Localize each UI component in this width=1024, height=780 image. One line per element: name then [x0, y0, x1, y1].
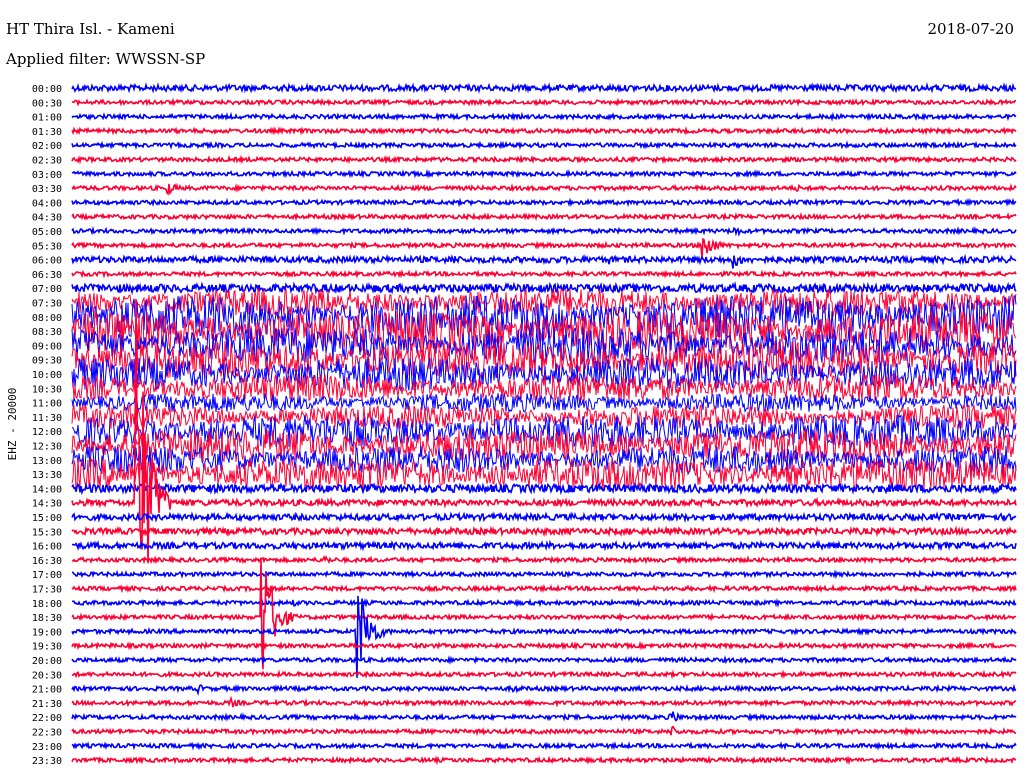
row-label: 21:30	[32, 699, 62, 710]
trace-0500	[71, 225, 1017, 237]
row-label: 11:00	[32, 399, 62, 410]
trace-1500	[71, 510, 1017, 524]
trace-1700	[71, 569, 1017, 580]
row-label: 18:00	[32, 599, 62, 610]
trace-2200	[71, 711, 1017, 722]
row-label: 17:30	[32, 585, 62, 596]
row-label: 01:00	[32, 113, 62, 124]
trace-2330	[71, 755, 1017, 766]
row-label: 20:00	[32, 656, 62, 667]
trace-1400	[71, 481, 1017, 496]
row-label: 04:30	[32, 213, 62, 224]
row-label: 11:30	[32, 413, 62, 424]
row-label: 03:30	[32, 184, 62, 195]
traces-group	[71, 82, 1017, 766]
trace-0530	[71, 237, 1017, 259]
row-label: 13:00	[32, 456, 62, 467]
trace-0600	[71, 253, 1017, 269]
trace-2030	[71, 669, 1017, 680]
trace-0100	[71, 111, 1017, 122]
row-label: 12:30	[32, 442, 62, 453]
trace-0630	[71, 269, 1017, 279]
trace-2000	[71, 654, 1017, 665]
trace-0130	[71, 125, 1017, 136]
row-label: 14:30	[32, 499, 62, 510]
trace-0700	[71, 281, 1017, 296]
row-label: 13:30	[32, 470, 62, 481]
row-label: 16:00	[32, 542, 62, 553]
row-label: 08:30	[32, 327, 62, 338]
row-label: 09:00	[32, 341, 62, 352]
row-label: 10:30	[32, 384, 62, 395]
row-label: 20:30	[32, 670, 62, 681]
trace-1600	[72, 539, 1017, 552]
row-label: 06:00	[32, 256, 62, 267]
trace-2300	[71, 741, 1017, 751]
trace-2130	[71, 695, 1017, 708]
row-label: 02:30	[32, 156, 62, 167]
trace-2230	[71, 725, 1017, 737]
trace-1530	[71, 525, 1017, 538]
row-label: 22:30	[32, 728, 62, 739]
trace-0000	[71, 82, 1017, 94]
row-label: 00:00	[32, 84, 62, 95]
row-label: 23:30	[32, 756, 62, 767]
trace-1730	[71, 583, 1017, 594]
row-label: 07:30	[32, 299, 62, 310]
trace-0400	[71, 197, 1017, 208]
row-label: 02:00	[32, 141, 62, 152]
row-label: 19:00	[32, 627, 62, 638]
row-label: 15:30	[32, 527, 62, 538]
row-label: 15:00	[32, 513, 62, 524]
row-label: 05:00	[32, 227, 62, 238]
trace-1630	[71, 554, 1017, 565]
row-label: 12:00	[32, 427, 62, 438]
row-label: 17:00	[32, 570, 62, 581]
row-label: 04:00	[32, 198, 62, 209]
seismogram-chart: 00:00 00:30 01:00 01:30 02:00 02:30 03:00 03:30…	[6, 82, 1017, 767]
row-label: 08:00	[32, 313, 62, 324]
row-label: 21:00	[32, 685, 62, 696]
row-label: 00:30	[32, 98, 62, 109]
trace-0330	[71, 182, 1017, 196]
row-label: 01:30	[32, 127, 62, 138]
row-label: 19:30	[32, 642, 62, 653]
row-label: 22:00	[32, 713, 62, 724]
trace-0300	[71, 168, 1017, 179]
row-label: 16:30	[32, 556, 62, 567]
trace-0430	[71, 211, 1017, 222]
row-label: 03:00	[32, 170, 62, 181]
row-label: 06:30	[32, 270, 62, 281]
row-label: 14:00	[32, 484, 62, 495]
time-axis-labels: 00:00 00:30 01:00 01:30 02:00 02:30 03:00 03:30…	[32, 84, 62, 767]
row-label: 18:30	[32, 613, 62, 624]
trace-0200	[71, 140, 1017, 151]
row-label: 07:00	[32, 284, 62, 295]
trace-1800	[71, 597, 1017, 608]
channel-label: EHZ - 20000	[6, 388, 19, 461]
trace-2100	[71, 683, 1017, 697]
row-label: 09:30	[32, 356, 62, 367]
row-label: 10:00	[32, 370, 62, 381]
trace-0030	[71, 97, 1017, 108]
trace-0230	[71, 154, 1017, 165]
trace-1900	[71, 595, 1017, 678]
row-label: 23:00	[32, 742, 62, 753]
trace-1930	[71, 640, 1017, 651]
row-label: 05:30	[32, 241, 62, 252]
